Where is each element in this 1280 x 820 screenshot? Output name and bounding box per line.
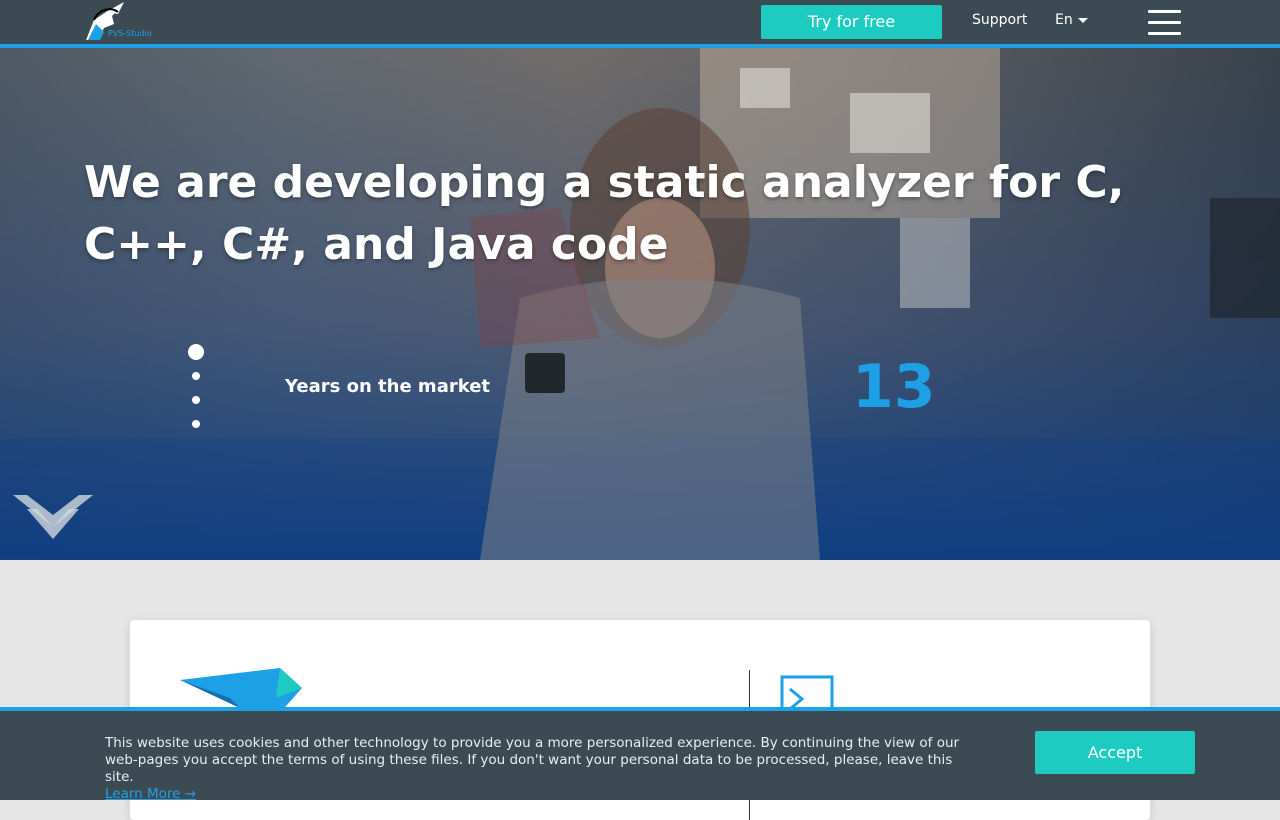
pvs-studio-logo[interactable]: PVS-Studio	[84, 2, 154, 42]
slide-dot[interactable]	[192, 420, 200, 428]
stat-label: Years on the market	[285, 376, 491, 397]
stat-value: 13	[852, 352, 936, 422]
support-link[interactable]: Support	[972, 12, 1027, 28]
accept-cookies-button[interactable]: Accept	[1035, 731, 1195, 774]
hamburger-menu-icon[interactable]	[1148, 10, 1181, 35]
try-for-free-button[interactable]: Try for free	[761, 5, 942, 39]
slide-dot[interactable]	[192, 372, 200, 380]
hero-title: We are developing a static analyzer for …	[84, 157, 1125, 270]
logo-text: PVS-Studio	[108, 29, 152, 38]
language-label: En	[1055, 12, 1073, 28]
slide-dot[interactable]	[192, 396, 200, 404]
language-selector[interactable]: En	[1055, 12, 1088, 28]
slide-indicator	[188, 344, 208, 434]
cookie-banner: This website uses cookies and other tech…	[0, 707, 1280, 803]
unicorn-logo-icon: PVS-Studio	[86, 2, 152, 40]
cookie-message: This website uses cookies and other tech…	[105, 735, 960, 785]
learn-more-link[interactable]: Learn More →	[105, 786, 985, 803]
cookie-text-block: This website uses cookies and other tech…	[105, 735, 985, 803]
slide-dot-active[interactable]	[188, 344, 204, 360]
caret-down-icon	[1077, 17, 1088, 23]
scroll-down-chevron-icon[interactable]	[13, 493, 93, 541]
hero-background-photo	[0, 48, 1280, 560]
hero-section: We are developing a static analyzer for …	[0, 48, 1280, 560]
site-header: PVS-Studio Try for free Support En	[0, 0, 1280, 44]
